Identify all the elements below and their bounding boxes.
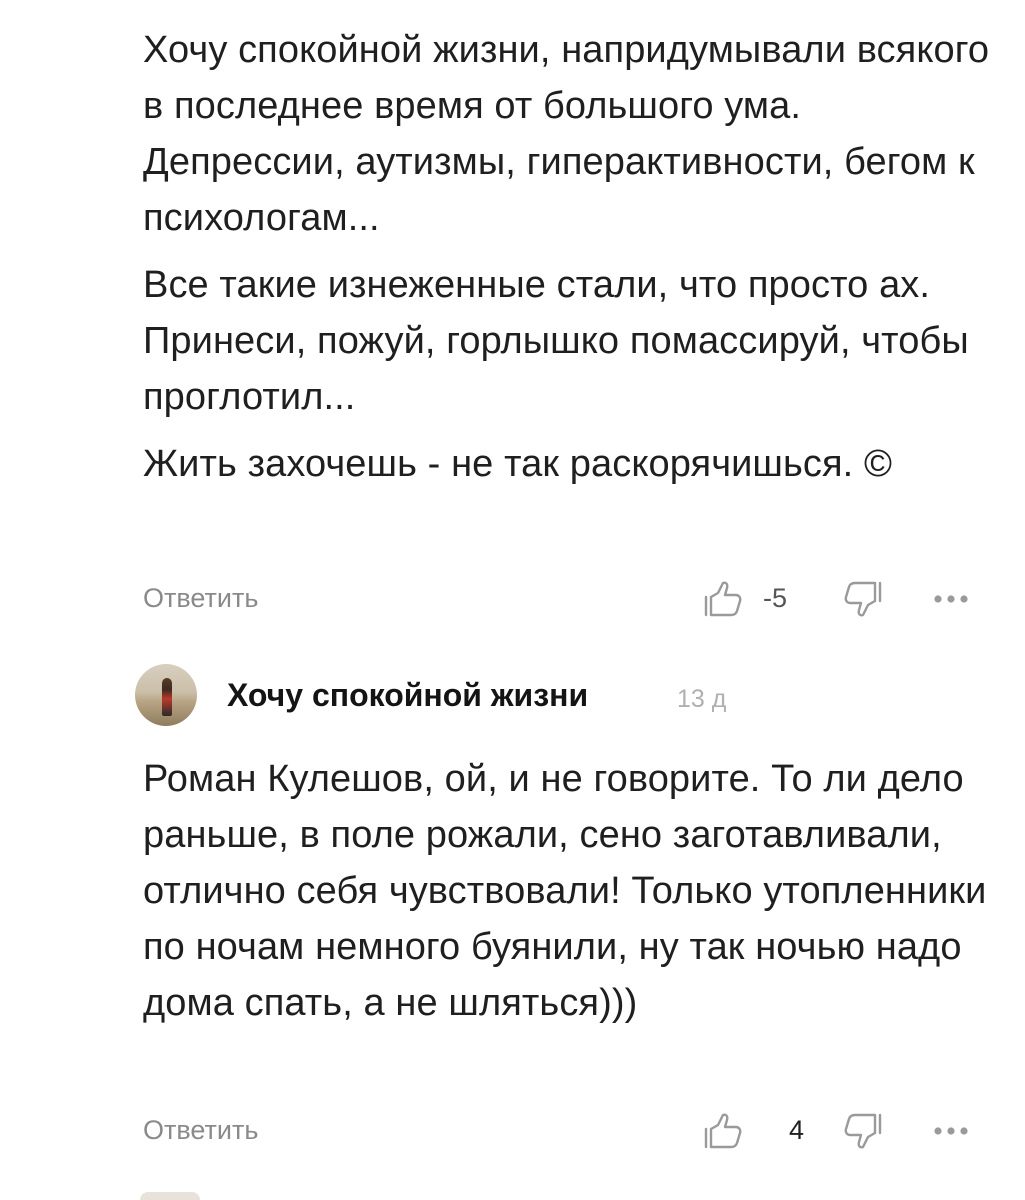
comment-rating: 4 — [789, 1115, 805, 1145]
thumb-up-icon[interactable] — [703, 578, 743, 618]
comment-2-actions: Ответить 4 — [143, 1110, 973, 1150]
more-dots-icon[interactable] — [933, 594, 969, 604]
comment-timestamp: 13 д — [677, 685, 727, 713]
comment-1-paragraph-3: Жить захочешь - не так раскорячишься. © — [143, 443, 893, 485]
thumb-up-icon[interactable] — [703, 1110, 743, 1150]
more-dots-icon[interactable] — [933, 1126, 969, 1136]
comment-2-header: Хочу спокойной жизни 13 д — [135, 664, 835, 726]
comment-1-text: Хочу спокойной жизни, напридумывали всяк… — [143, 22, 993, 492]
comment-rating: -5 — [763, 583, 788, 613]
comment-1-actions: Ответить -5 — [143, 578, 973, 618]
reply-button[interactable]: Ответить — [143, 578, 258, 618]
avatar[interactable] — [135, 664, 197, 726]
thumb-down-icon[interactable] — [843, 580, 883, 620]
comment-1-paragraph-2: Все такие изнеженные стали, что просто а… — [143, 264, 969, 418]
comment-2-paragraph-1: Роман Кулешов, ой, и не говорите. То ли … — [143, 758, 987, 1024]
author-name[interactable]: Хочу спокойной жизни — [227, 672, 588, 718]
reply-button[interactable]: Ответить — [143, 1110, 258, 1150]
avatar-figure — [162, 678, 172, 716]
thumb-down-icon[interactable] — [843, 1112, 883, 1152]
comment-2-text: Роман Кулешов, ой, и не говорите. То ли … — [143, 751, 993, 1031]
comment-1-paragraph-1: Хочу спокойной жизни, напридумывали всяк… — [143, 29, 990, 239]
next-comment-avatar-edge — [140, 1192, 200, 1200]
